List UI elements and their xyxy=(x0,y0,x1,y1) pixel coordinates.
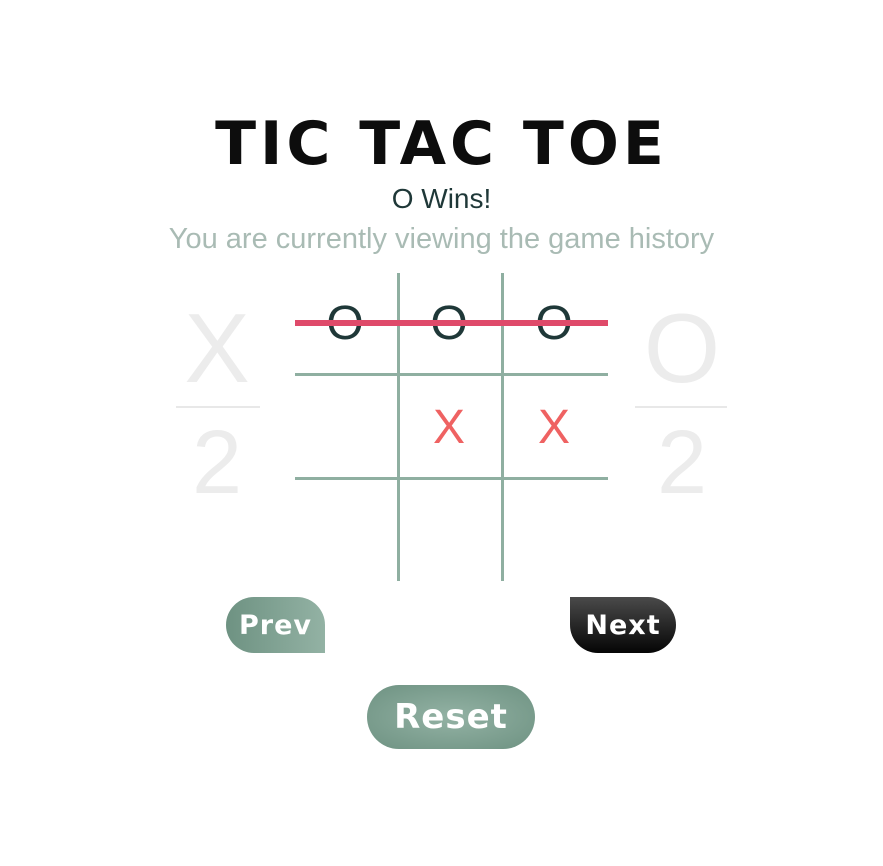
board-cell-6[interactable]: X xyxy=(504,377,604,477)
board-cell-8[interactable] xyxy=(399,480,499,580)
score-o-value: 2 xyxy=(656,413,708,513)
board-cell-4[interactable] xyxy=(295,377,395,477)
score-o-panel: O 2 xyxy=(632,298,732,518)
game-title: TIC TAC TOE xyxy=(215,109,668,179)
game-board: O O O X X xyxy=(295,273,608,581)
score-o-symbol: O xyxy=(643,293,721,403)
board-cell-9[interactable] xyxy=(504,480,604,580)
board-cell-2[interactable]: O xyxy=(399,273,499,373)
board-cell-3[interactable]: O xyxy=(504,273,604,373)
score-x-symbol: X xyxy=(184,293,250,403)
prev-button[interactable]: Prev xyxy=(226,597,325,653)
board-grid-line xyxy=(295,373,608,376)
history-notice: You are currently viewing the game histo… xyxy=(168,223,715,255)
board-cell-5[interactable]: X xyxy=(399,377,499,477)
board-cell-1[interactable]: O xyxy=(295,273,395,373)
next-button[interactable]: Next xyxy=(570,597,676,653)
reset-button[interactable]: Reset xyxy=(367,685,535,749)
score-x-value: 2 xyxy=(191,413,243,513)
game-status: O Wins! xyxy=(391,183,492,214)
score-x-panel: X 2 xyxy=(167,298,267,518)
board-cell-7[interactable] xyxy=(295,480,395,580)
